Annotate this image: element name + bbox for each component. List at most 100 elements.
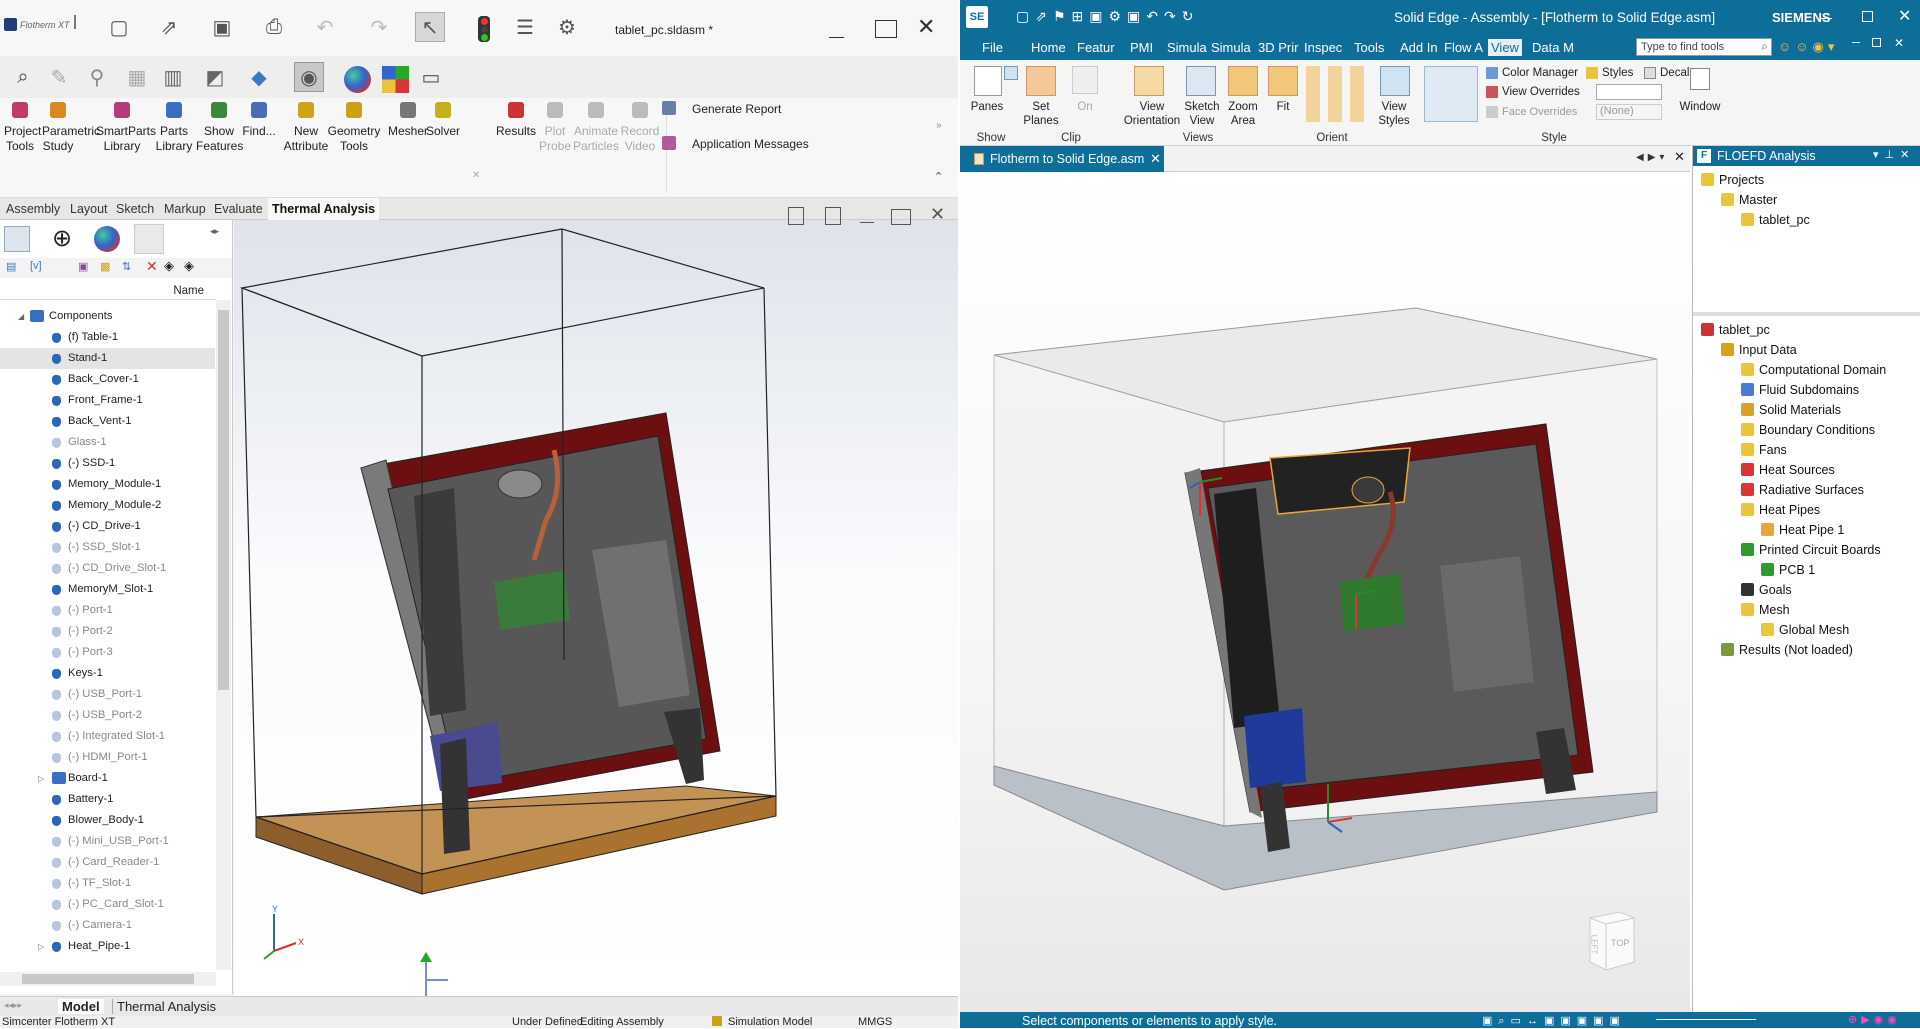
close-icon[interactable]: ✕: [917, 14, 935, 40]
appearance-tab-icon[interactable]: [94, 226, 120, 252]
tree-row[interactable]: (-) Port-2: [0, 621, 215, 642]
command-finder-input[interactable]: Type to find tools ⌕: [1636, 38, 1772, 56]
tree-group-icon[interactable]: ▩: [100, 260, 110, 273]
parametric-study-button[interactable]: Parametric Study: [42, 102, 100, 154]
tree-row[interactable]: (-) SSD_Slot-1: [0, 537, 215, 558]
tree-row[interactable]: Memory_Module-1: [0, 474, 215, 495]
geometry-tools-button[interactable]: Geometry Tools: [326, 102, 382, 154]
menu-simula-5[interactable]: Simula: [1211, 40, 1251, 55]
left-3d-viewport[interactable]: Y X: [234, 220, 958, 996]
tree-folder-icon[interactable]: ▤: [6, 260, 16, 273]
status-units[interactable]: MMGS: [858, 1016, 892, 1028]
file-properties-icon[interactable]: ☰: [510, 12, 540, 42]
doc-close-icon[interactable]: ✕: [1894, 36, 1904, 50]
undo-icon[interactable]: ↶: [310, 12, 340, 42]
ribbon-close-icon[interactable]: ✕: [472, 170, 480, 181]
document-tab[interactable]: Flotherm to Solid Edge.asm ✕: [960, 146, 1164, 172]
tree-row[interactable]: (-) TF_Slot-1: [0, 873, 215, 894]
zoom-slider[interactable]: [1656, 1019, 1756, 1020]
style-icons-group[interactable]: [1424, 66, 1478, 122]
menu-file-0[interactable]: File: [982, 40, 1003, 55]
tree-row[interactable]: Front_Frame-1: [0, 390, 215, 411]
panes-toggle-icon[interactable]: [1004, 66, 1018, 80]
bottom-tab-arrows[interactable]: ◂◂▸▸: [4, 1000, 22, 1011]
status-view-icons[interactable]: ▣⌕▭↔▣▣▣▣▣: [1482, 1013, 1626, 1029]
new-file-icon[interactable]: ▢: [104, 12, 134, 42]
help-icons[interactable]: ☺☺◉▾: [1778, 39, 1838, 55]
minimize-icon[interactable]: [829, 37, 844, 38]
grid-tool-icon[interactable]: ▦: [122, 62, 152, 92]
tree-row[interactable]: (-) SSD-1: [0, 453, 215, 474]
options-gear-icon[interactable]: ⚙: [552, 12, 582, 42]
save-icon[interactable]: ▣: [207, 12, 237, 42]
magnifier-icon[interactable]: ⌕: [8, 62, 38, 92]
expand-toggle-icon[interactable]: ◢: [18, 306, 24, 327]
menu-simula-4[interactable]: Simula: [1167, 40, 1207, 55]
window-button[interactable]: Window: [1676, 100, 1724, 114]
view-restore-icon[interactable]: [891, 209, 911, 225]
decal-button[interactable]: Decal: [1660, 67, 1689, 79]
tree-scrollbar[interactable]: [216, 300, 231, 970]
se-minimize-icon[interactable]: [1820, 18, 1832, 19]
menu-featur-2[interactable]: Featur: [1077, 40, 1115, 55]
display-monitor-icon[interactable]: ▭: [416, 62, 446, 92]
menu-flow-a-10[interactable]: Flow A: [1444, 40, 1483, 55]
results-button[interactable]: Results: [494, 102, 538, 139]
tree-variable-icon[interactable]: [v]: [30, 260, 42, 272]
tree-component-icon[interactable]: ▣: [78, 260, 88, 273]
show-features-button[interactable]: Show Features: [196, 102, 243, 154]
tree-row[interactable]: ▷ Heat_Pipe-1: [0, 936, 215, 957]
tree-row[interactable]: ◢ Components: [0, 306, 215, 327]
tree-row[interactable]: Glass-1: [0, 432, 215, 453]
thermal-analysis-tab[interactable]: Thermal Analysis: [112, 999, 220, 1014]
tab-sketch[interactable]: Sketch: [112, 198, 158, 220]
feature-manager-tab-icon[interactable]: [4, 226, 30, 252]
cube-view-icon[interactable]: ◆: [244, 62, 274, 92]
tree-row[interactable]: (-) Integrated Slot-1: [0, 726, 215, 747]
ribbon-collapse-icon[interactable]: ⌃: [934, 170, 943, 183]
tree-scroll-arrows[interactable]: ◂▸: [210, 226, 219, 237]
pin-tool-icon[interactable]: ⚲: [82, 62, 112, 92]
tab-thermal-analysis[interactable]: Thermal Analysis: [268, 198, 380, 220]
ribbon-more-icon[interactable]: »: [936, 120, 942, 131]
tree-delete-icon[interactable]: ✕: [146, 258, 158, 275]
flotherm-tab-icon[interactable]: [134, 224, 164, 254]
view-overrides-dropdown[interactable]: [1596, 84, 1662, 100]
tree-row[interactable]: Keys-1: [0, 663, 215, 684]
right-3d-viewport[interactable]: TOP LEFT: [960, 172, 1690, 1012]
solid-edge-logo[interactable]: SE: [966, 6, 988, 28]
application-messages-link[interactable]: Application Messages: [692, 137, 809, 151]
set-planes-button[interactable]: Set Planes: [1018, 100, 1064, 128]
redo-icon[interactable]: ↷: [364, 12, 394, 42]
generate-report-link[interactable]: Generate Report: [692, 102, 781, 116]
tree-row[interactable]: Battery-1: [0, 789, 215, 810]
clip-on-button[interactable]: On: [1070, 100, 1100, 114]
menu-tools-8[interactable]: Tools: [1354, 40, 1384, 55]
document-tab-close-icon[interactable]: ✕: [1150, 151, 1161, 167]
record-video-button[interactable]: Record Video: [616, 102, 664, 154]
tab-layout[interactable]: Layout: [66, 198, 112, 220]
crosshair-tab-icon[interactable]: ⊕: [52, 226, 72, 252]
tree-row[interactable]: Stand-1: [0, 348, 215, 369]
styles-button[interactable]: Styles: [1602, 67, 1633, 79]
view-styles-button[interactable]: View Styles: [1372, 100, 1416, 128]
tab-markup[interactable]: Markup: [160, 198, 210, 220]
search-icon[interactable]: ⌕: [1761, 39, 1768, 54]
tab-assembly[interactable]: Assembly: [2, 198, 64, 220]
select-pointer-icon[interactable]: ↖: [415, 12, 445, 42]
menu-add-in-9[interactable]: Add In: [1400, 40, 1438, 55]
view-close-icon[interactable]: ✕: [930, 204, 945, 225]
new-attribute-button[interactable]: New Attribute: [282, 102, 330, 154]
tree-sort-icon[interactable]: ⇅: [122, 260, 131, 273]
project-tools-button[interactable]: Project Tools: [4, 102, 41, 154]
view-next-icon[interactable]: [825, 207, 841, 225]
sketch-view-button[interactable]: Sketch View: [1182, 100, 1222, 128]
quick-access-toolbar-icons[interactable]: ▢⇗⚑⊞▣⚙▣↶↷↻: [1016, 8, 1199, 25]
doc-minimize-icon[interactable]: [1852, 42, 1860, 43]
tree-row[interactable]: (-) USB_Port-2: [0, 705, 215, 726]
zoom-area-button[interactable]: Zoom Area: [1222, 100, 1264, 128]
menu-view-11[interactable]: View: [1488, 39, 1522, 56]
status-record-icons[interactable]: ⊕▶◉◉: [1848, 1012, 1901, 1028]
tree-row[interactable]: (-) Mini_USB_Port-1: [0, 831, 215, 852]
tree-row[interactable]: (-) Port-3: [0, 642, 215, 663]
